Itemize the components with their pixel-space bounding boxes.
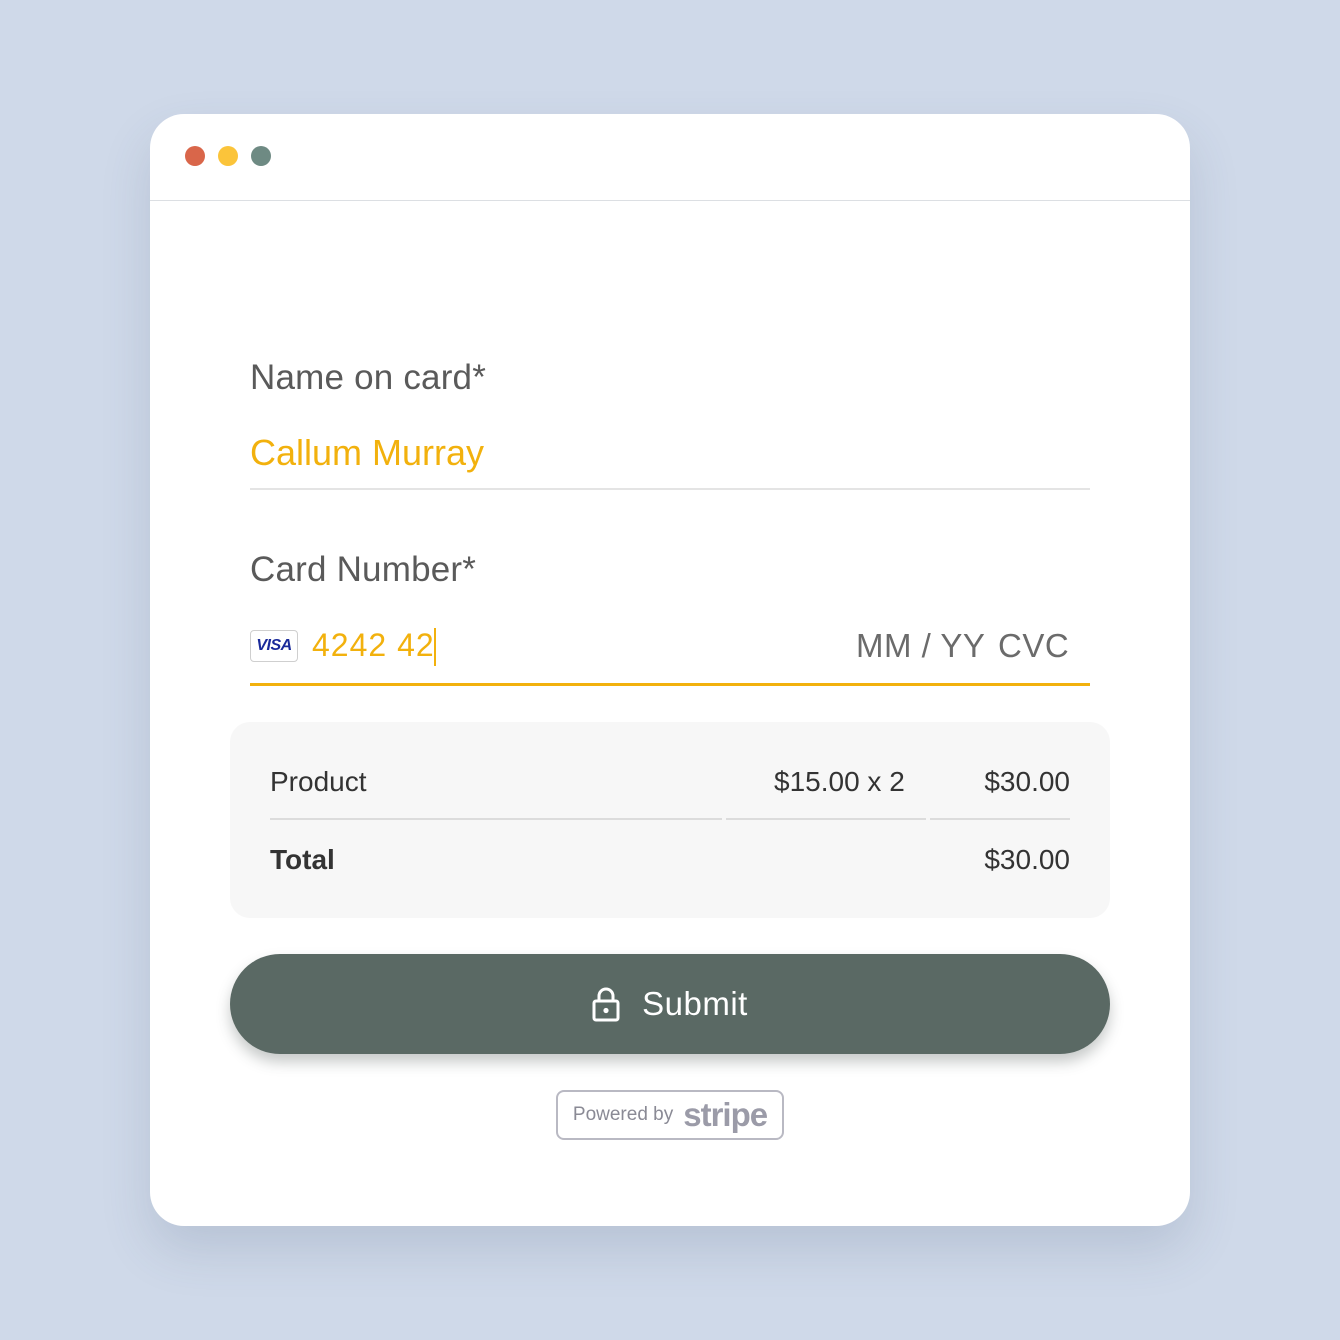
submit-label: Submit <box>642 985 748 1022</box>
total-label: Total <box>270 844 335 875</box>
stripe-logo: stripe <box>683 1096 768 1133</box>
card-number-label: Card Number* <box>250 550 477 589</box>
line-total: $30.00 <box>984 766 1070 797</box>
card-input-underline <box>250 683 1090 686</box>
submit-button[interactable]: Submit <box>230 954 1110 1054</box>
summary-divider <box>726 818 926 820</box>
lock-icon <box>592 987 620 1022</box>
name-input-underline <box>250 488 1090 490</box>
unit-price: $15.00 x 2 <box>774 766 905 797</box>
summary-divider <box>930 818 1070 820</box>
minimize-window-dot[interactable] <box>218 146 238 166</box>
order-summary: Product $15.00 x 2 $30.00 Total $30.00 <box>230 722 1110 918</box>
name-on-card-label: Name on card* <box>250 358 487 397</box>
close-window-dot[interactable] <box>185 146 205 166</box>
cvc-input[interactable]: CVC <box>998 627 1069 665</box>
expiry-input[interactable]: MM / YY <box>856 627 985 665</box>
summary-divider <box>270 818 722 820</box>
card-number-input[interactable]: 4242 42 <box>312 627 435 664</box>
visa-icon: VISA <box>250 630 298 662</box>
total-value: $30.00 <box>984 844 1070 875</box>
product-label: Product <box>270 766 367 797</box>
powered-by-text: Powered by <box>572 1104 674 1125</box>
title-bar <box>150 114 1190 201</box>
text-caret <box>434 628 436 666</box>
powered-by-stripe-badge[interactable]: Powered by stripe <box>556 1090 784 1140</box>
checkout-window: Name on card* Callum Murray Card Number*… <box>150 114 1190 1226</box>
maximize-window-dot[interactable] <box>251 146 271 166</box>
name-on-card-input[interactable]: Callum Murray <box>250 432 484 474</box>
